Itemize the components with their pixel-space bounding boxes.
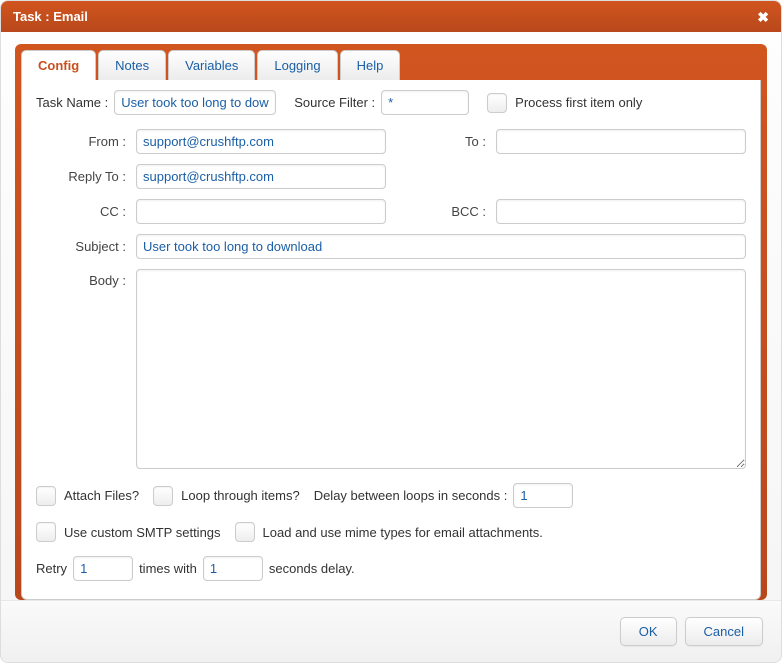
- dialog-content: Config Notes Variables Logging Help Task…: [1, 32, 781, 600]
- loop-items-label: Loop through items?: [181, 488, 300, 503]
- source-filter-input[interactable]: [381, 90, 469, 115]
- attach-files-label: Attach Files?: [64, 488, 139, 503]
- task-dialog: Task : Email ✖ Config Notes Variables Lo…: [0, 0, 782, 663]
- tab-variables[interactable]: Variables: [168, 50, 255, 80]
- from-input[interactable]: [136, 129, 386, 154]
- to-label: To :: [396, 134, 486, 149]
- reply-to-label: Reply To :: [36, 169, 126, 184]
- retry-seconds-input[interactable]: [203, 556, 263, 581]
- process-first-checkbox[interactable]: [487, 93, 507, 113]
- retry-mid: times with: [139, 561, 197, 576]
- window-title: Task : Email: [13, 9, 757, 24]
- task-name-label: Task Name :: [36, 95, 114, 110]
- subject-input[interactable]: [136, 234, 746, 259]
- retry-times-input[interactable]: [73, 556, 133, 581]
- source-filter-label: Source Filter :: [294, 95, 381, 110]
- tab-logging[interactable]: Logging: [257, 50, 337, 80]
- task-name-input[interactable]: [114, 90, 276, 115]
- delay-input[interactable]: [513, 483, 573, 508]
- config-panel: Task Name : Source Filter : Process firs…: [21, 80, 761, 600]
- tab-notes[interactable]: Notes: [98, 50, 166, 80]
- mime-types-checkbox[interactable]: [235, 522, 255, 542]
- tab-help[interactable]: Help: [340, 50, 401, 80]
- body-textarea[interactable]: [136, 269, 746, 469]
- to-input[interactable]: [496, 129, 746, 154]
- cancel-button[interactable]: Cancel: [685, 617, 763, 646]
- mime-types-label: Load and use mime types for email attach…: [263, 525, 543, 540]
- tab-bar: Config Notes Variables Logging Help Task…: [15, 44, 767, 600]
- cc-input[interactable]: [136, 199, 386, 224]
- reply-to-input[interactable]: [136, 164, 386, 189]
- delay-label: Delay between loops in seconds :: [314, 488, 508, 503]
- custom-smtp-checkbox[interactable]: [36, 522, 56, 542]
- close-icon[interactable]: ✖: [757, 10, 769, 24]
- titlebar: Task : Email ✖: [1, 1, 781, 32]
- ok-button[interactable]: OK: [620, 617, 677, 646]
- bcc-label: BCC :: [396, 204, 486, 219]
- subject-label: Subject :: [36, 239, 126, 254]
- process-first-label: Process first item only: [515, 95, 642, 110]
- retry-suffix: seconds delay.: [269, 561, 355, 576]
- bcc-input[interactable]: [496, 199, 746, 224]
- custom-smtp-label: Use custom SMTP settings: [64, 525, 221, 540]
- attach-files-checkbox[interactable]: [36, 486, 56, 506]
- body-label: Body :: [36, 269, 126, 288]
- cc-label: CC :: [36, 204, 126, 219]
- from-label: From :: [36, 134, 126, 149]
- loop-items-checkbox[interactable]: [153, 486, 173, 506]
- tab-config[interactable]: Config: [21, 50, 96, 80]
- retry-prefix: Retry: [36, 561, 67, 576]
- dialog-footer: OK Cancel: [1, 600, 781, 662]
